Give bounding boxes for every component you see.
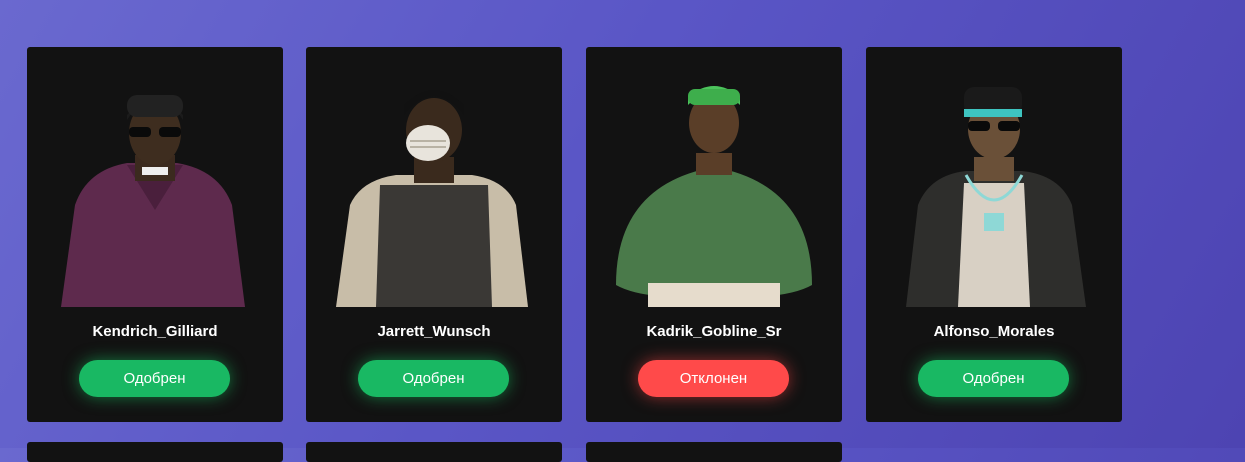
character-portrait bbox=[61, 95, 245, 307]
character-card-partial bbox=[586, 442, 842, 462]
status-badge-approved[interactable]: Одобрен bbox=[918, 360, 1069, 397]
character-card[interactable]: Kendrich_Gilliard Одобрен bbox=[27, 47, 283, 422]
character-portrait bbox=[616, 86, 812, 307]
status-badge-approved[interactable]: Одобрен bbox=[358, 360, 509, 397]
character-card-partial bbox=[306, 442, 562, 462]
character-card[interactable]: Alfonso_Morales Одобрен bbox=[866, 47, 1122, 422]
character-card[interactable]: Jarrett_Wunsch Одобрен bbox=[306, 47, 562, 422]
character-name: Alfonso_Morales bbox=[933, 323, 1055, 340]
character-name: Kendrich_Gilliard bbox=[92, 323, 218, 340]
character-portrait bbox=[906, 87, 1086, 307]
character-card-partial bbox=[27, 442, 283, 462]
character-name: Kadrik_Gobline_Sr bbox=[646, 323, 782, 340]
status-badge-approved[interactable]: Одобрен bbox=[79, 360, 230, 397]
character-name: Jarrett_Wunsch bbox=[377, 323, 491, 340]
status-badge-rejected[interactable]: Отклонен bbox=[638, 360, 789, 397]
character-portrait bbox=[336, 90, 528, 307]
character-card[interactable]: Kadrik_Gobline_Sr Отклонен bbox=[586, 47, 842, 422]
